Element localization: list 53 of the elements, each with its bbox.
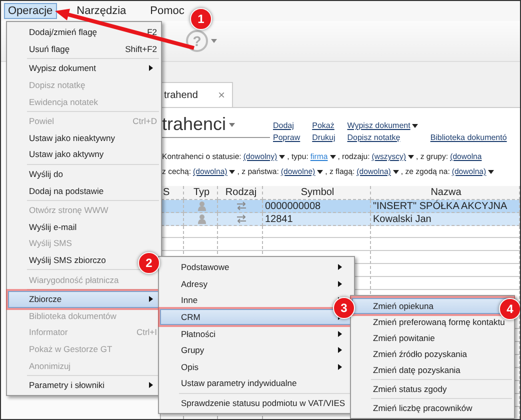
caret-icon[interactable]: [412, 124, 418, 128]
menu-item[interactable]: Adresy: [160, 276, 353, 292]
menu-item[interactable]: Płatności: [160, 325, 353, 342]
menu-item[interactable]: Wyślij e-mail: [8, 218, 160, 236]
action-link[interactable]: Biblioteka dokumentó: [430, 133, 507, 142]
menu-item[interactable]: Wypisz dokument: [8, 60, 160, 77]
title-text: trahenci: [162, 114, 226, 135]
arrows-icon: [236, 214, 246, 224]
caret-icon[interactable]: [229, 170, 236, 174]
menu-item[interactable]: Ustaw jako nieaktywny: [8, 130, 160, 146]
table-row[interactable]: 0000000008 "INSERT" SPÓŁKA AKCYJNA: [161, 200, 520, 213]
caret-icon[interactable]: [488, 170, 494, 174]
person-icon: [196, 201, 206, 211]
menu-item[interactable]: Dodaj na podstawie: [8, 182, 160, 199]
menu-item[interactable]: Zbiorcze: [8, 290, 160, 308]
menu-bar-item[interactable]: Operacje: [4, 3, 57, 19]
menu-item[interactable]: Zmień źródło pozyskania: [352, 346, 513, 362]
menu-item[interactable]: Dodaj/zmień flagę F2: [8, 24, 160, 41]
caret-icon[interactable]: [330, 154, 336, 158]
menu-item[interactable]: Ustaw parametry indywidualne: [160, 375, 353, 392]
table-cell: 12841: [263, 213, 371, 226]
menu-item[interactable]: Sprawdzenie statusu podmiotu w VAT/VIES: [160, 394, 353, 412]
menu-item[interactable]: Parametry i słowniki: [8, 376, 160, 394]
menu-item[interactable]: Zmień status zgody: [352, 381, 513, 397]
caret-icon[interactable]: [279, 154, 286, 158]
menu-item[interactable]: Ustaw jako aktywny: [8, 146, 160, 163]
caret-icon[interactable]: [408, 154, 414, 158]
action-link[interactable]: Pokaż: [312, 121, 336, 130]
action-link[interactable]: Drukuj: [312, 133, 336, 142]
menu-item[interactable]: Wyślij do: [8, 166, 160, 182]
table-row[interactable]: 12841 Kowalski Jan: [161, 213, 520, 226]
close-button[interactable]: ×: [218, 88, 225, 102]
caret-icon: [229, 122, 236, 126]
tab-label: trahend: [164, 90, 198, 100]
caret-icon[interactable]: [392, 170, 399, 174]
caret-icon[interactable]: [317, 170, 324, 174]
document-tab[interactable]: trahend ×: [161, 82, 233, 107]
menu-item[interactable]: Opis: [160, 358, 353, 376]
menu-bar-item[interactable]: Narzędzia: [72, 3, 130, 19]
action-link[interactable]: Popraw: [273, 133, 300, 142]
arrows-icon: [236, 201, 246, 211]
person-icon: [196, 214, 206, 224]
action-link[interactable]: Dodaj: [273, 121, 300, 130]
menu-bar-item[interactable]: Pomoc: [146, 3, 188, 19]
menu-item[interactable]: Zmień powitanie: [352, 330, 513, 346]
menu-item[interactable]: Zmień datę pozyskania: [352, 362, 513, 378]
action-link[interactable]: Dopisz notatkę: [347, 133, 418, 142]
menu-item[interactable]: Zmień liczbę pracowników: [352, 400, 513, 416]
menu-item[interactable]: Podstawowe: [160, 259, 353, 276]
menu-item[interactable]: Grupy: [160, 342, 353, 359]
action-link[interactable]: Wypisz dokument: [347, 121, 418, 130]
menu-item[interactable]: Usuń flagę Shift+F2: [8, 40, 160, 58]
table-cell: Kowalski Jan: [371, 213, 520, 226]
